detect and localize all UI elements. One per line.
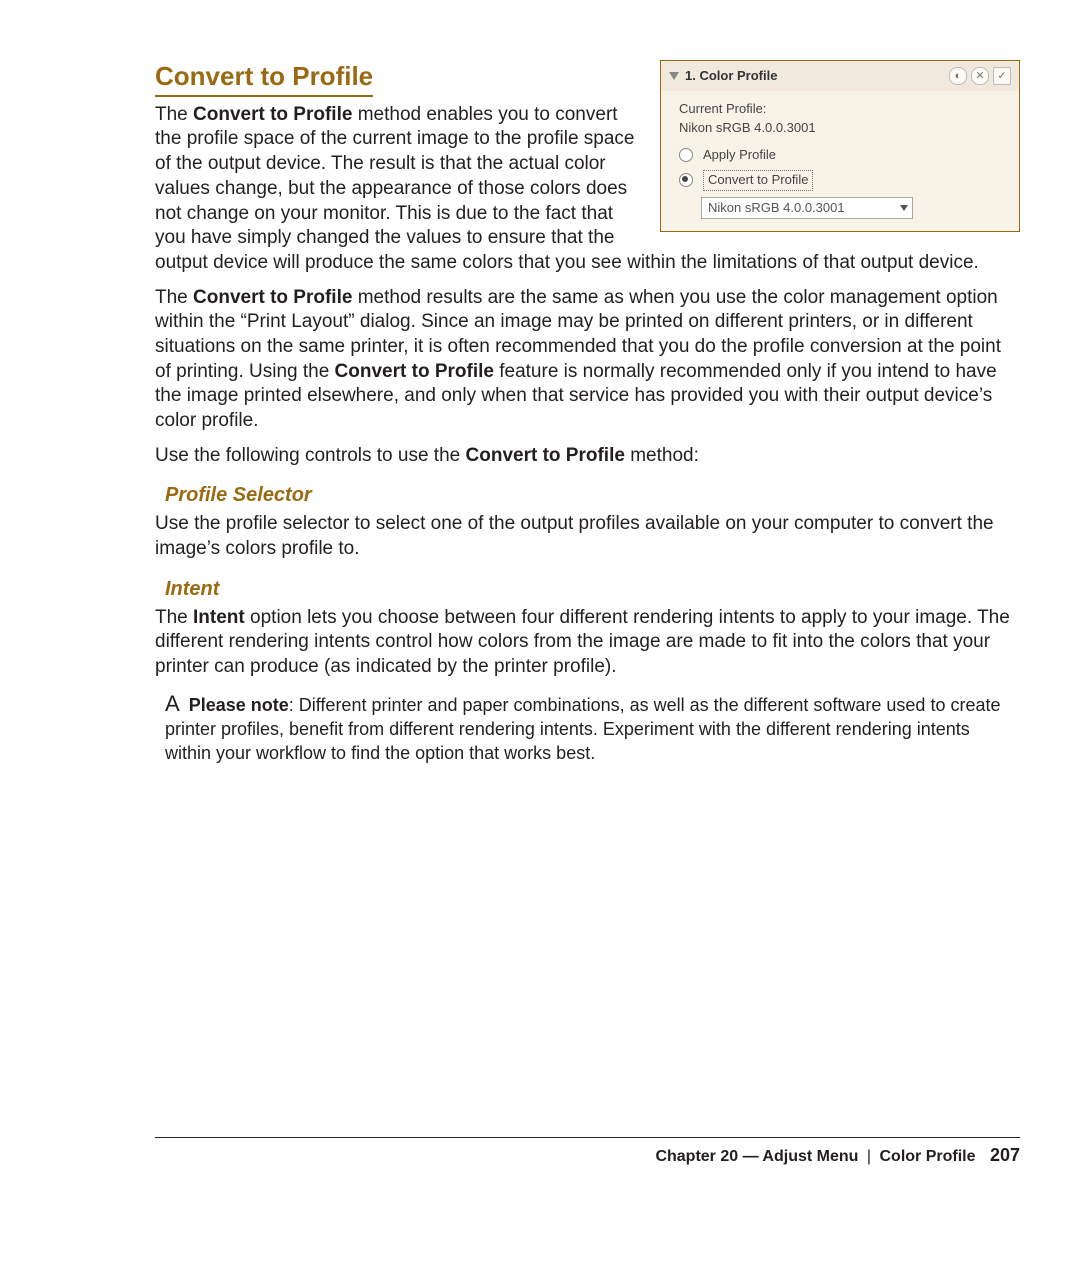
page-number: 207	[990, 1145, 1020, 1165]
panel-reset-icon[interactable]: ◐	[949, 67, 967, 85]
note-icon: A	[165, 691, 180, 716]
convert-to-profile-option[interactable]: Convert to Profile	[679, 170, 1005, 191]
please-note: A Please note: Different printer and pap…	[165, 690, 1020, 765]
radio-icon[interactable]	[679, 173, 693, 187]
intro-paragraph-3: Use the following controls to use the Co…	[155, 444, 1020, 469]
panel-header: 1. Color Profile ◐ ✕ ✓	[661, 61, 1019, 91]
page-footer: Chapter 20 — Adjust Menu | Color Profile…	[155, 1137, 1020, 1168]
panel-apply-icon[interactable]: ✓	[993, 67, 1011, 85]
color-profile-panel-figure: 1. Color Profile ◐ ✕ ✓ Current Profile: …	[660, 60, 1020, 232]
profile-selector-body: Use the profile selector to select one o…	[155, 512, 1020, 561]
intro-paragraph-2: The Convert to Profile method results ar…	[155, 286, 1020, 434]
intent-heading: Intent	[165, 576, 1020, 602]
collapse-triangle-icon[interactable]	[669, 72, 679, 80]
apply-profile-option[interactable]: Apply Profile	[679, 147, 1005, 164]
apply-profile-label: Apply Profile	[703, 147, 776, 164]
profile-select[interactable]: Nikon sRGB 4.0.0.3001	[701, 197, 913, 220]
panel-close-icon[interactable]: ✕	[971, 67, 989, 85]
color-profile-panel: 1. Color Profile ◐ ✕ ✓ Current Profile: …	[660, 60, 1020, 232]
convert-to-profile-label: Convert to Profile	[703, 170, 813, 191]
radio-icon[interactable]	[679, 148, 693, 162]
panel-title: 1. Color Profile	[685, 68, 945, 85]
profile-select-value: Nikon sRGB 4.0.0.3001	[708, 200, 845, 217]
current-profile-label: Current Profile:	[679, 101, 1005, 118]
section-heading: Convert to Profile	[155, 60, 373, 97]
chevron-down-icon	[900, 205, 908, 211]
current-profile-value: Nikon sRGB 4.0.0.3001	[679, 120, 1005, 137]
profile-selector-heading: Profile Selector	[165, 482, 1020, 508]
intent-body: The Intent option lets you choose betwee…	[155, 606, 1020, 680]
